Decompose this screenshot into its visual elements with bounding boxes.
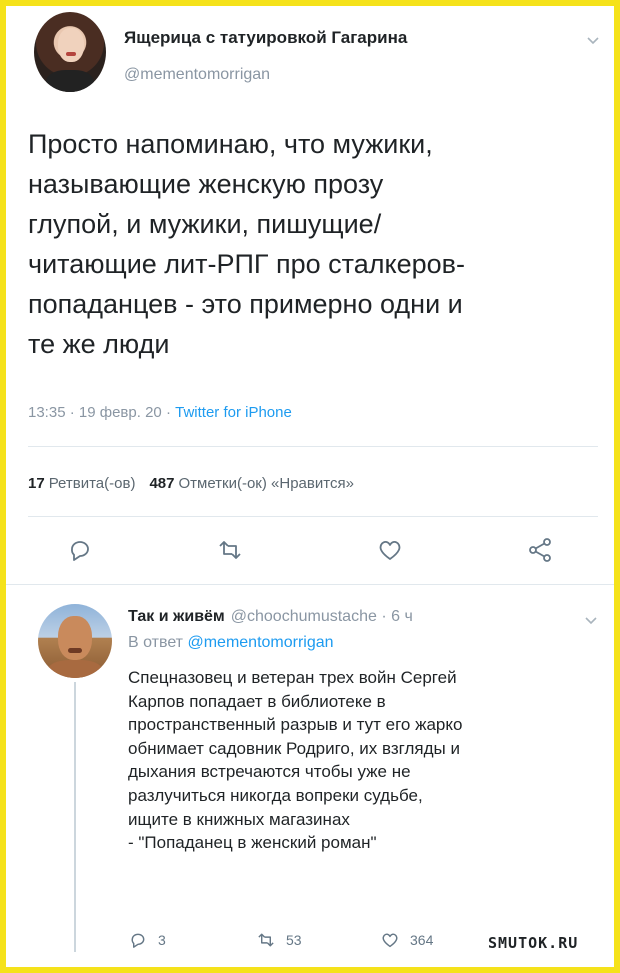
like-button[interactable]	[376, 536, 404, 564]
reply-avatar-mouth	[68, 648, 82, 653]
avatar[interactable]	[34, 12, 106, 92]
reply-count: 3	[158, 932, 166, 948]
retweets-count[interactable]: 17	[28, 475, 45, 492]
in-reply-mention[interactable]: @mementomorrigan	[187, 634, 333, 651]
retweet-icon	[219, 541, 241, 559]
share-button[interactable]	[526, 536, 554, 564]
like-count: 364	[410, 932, 434, 948]
heart-icon	[382, 933, 398, 948]
meta-separator: ·	[381, 608, 387, 625]
reply-text: Спецназовец и ветеран трех войн Сергей К…	[128, 668, 463, 853]
divider	[6, 584, 614, 585]
watermark: SMUTOK.RU	[488, 934, 579, 952]
avatar-face	[58, 28, 84, 62]
author-handle[interactable]: @mementomorrigan	[124, 66, 270, 84]
reply-button[interactable]	[66, 536, 94, 564]
reply-icon	[131, 933, 145, 948]
thread-line	[74, 682, 76, 952]
reply-avatar[interactable]	[38, 604, 112, 678]
reply-avatar-head	[58, 616, 92, 660]
divider	[28, 516, 598, 517]
tweet-meta: 13:35 · 19 февр. 20 · Twitter for iPhone	[28, 404, 292, 421]
reply-age: 6 ч	[391, 608, 413, 625]
tweet-date: 19 февр. 20	[78, 404, 162, 421]
reply-handle[interactable]: @choochumustache	[231, 608, 377, 625]
avatar-shirt	[46, 70, 94, 92]
in-reply-to: В ответ @mementomorrigan	[128, 634, 334, 652]
retweet-icon	[258, 933, 274, 947]
chevron-down-icon[interactable]	[586, 34, 600, 48]
tweet-text: Просто напоминаю, что мужики, называющие…	[28, 129, 466, 359]
in-reply-prefix: В ответ	[128, 634, 184, 651]
reply-icon	[71, 541, 89, 561]
reply-header: Так и живём @choochumustache · 6 ч	[128, 608, 413, 626]
retweet-button[interactable]	[216, 536, 244, 564]
retweet-count: 53	[286, 932, 302, 948]
divider	[28, 446, 598, 447]
author-name[interactable]: Ящерица с татуировкой Гагарина	[124, 28, 407, 48]
reply-author-name[interactable]: Так и живём	[128, 608, 225, 625]
tweet-stats: 17 Ретвита(-ов) 487 Отметки(-ок) «Нравится»	[28, 475, 354, 492]
reply-reply-button[interactable]: 3	[128, 930, 166, 950]
likes-count[interactable]: 487	[149, 475, 174, 492]
reply-like-button[interactable]: 364	[380, 930, 433, 950]
chevron-down-icon[interactable]	[584, 614, 598, 628]
likes-label[interactable]: Отметки(-ок) «Нравится»	[178, 475, 353, 492]
reply-avatar-shoulders	[48, 660, 102, 678]
retweets-label[interactable]: Ретвита(-ов)	[49, 475, 136, 492]
meta-separator: ·	[69, 404, 75, 421]
screenshot-frame: Ящерица с татуировкой Гагарина @mementom…	[6, 6, 614, 967]
meta-separator: ·	[165, 404, 171, 421]
heart-icon	[379, 540, 401, 560]
tweet-time: 13:35	[28, 404, 66, 421]
reply-retweet-button[interactable]: 53	[256, 930, 302, 950]
avatar-lips	[66, 52, 76, 56]
share-icon	[529, 538, 551, 562]
tweet-source-link[interactable]: Twitter for iPhone	[175, 404, 292, 421]
